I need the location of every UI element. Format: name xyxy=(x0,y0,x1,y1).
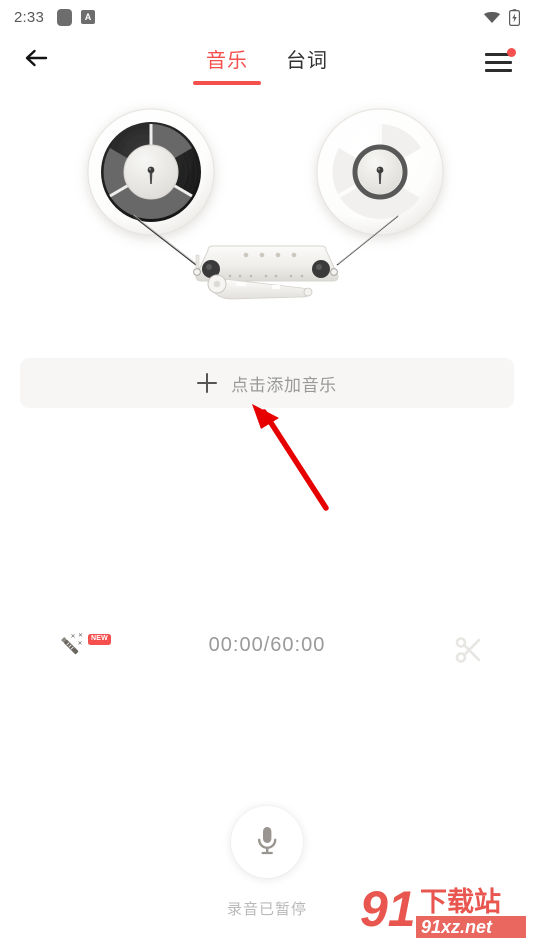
status-bar-notification-icons: A xyxy=(57,8,95,26)
menu-button[interactable] xyxy=(480,41,518,79)
status-bar: 2:33 A xyxy=(0,0,534,34)
notification-dot-icon xyxy=(507,48,516,57)
tape-deck-illustration xyxy=(0,88,534,313)
a-badge-icon: A xyxy=(81,10,95,24)
editing-toolbar: ✕ ✕ ✕ NEW 00:00/60:00 xyxy=(0,626,534,674)
hamburger-menu-icon xyxy=(485,53,512,77)
svg-text:91: 91 xyxy=(360,881,416,937)
annotation-arrow-icon xyxy=(230,398,340,528)
cut-button[interactable] xyxy=(452,633,486,667)
tape-head-assembly xyxy=(193,245,339,300)
app-bar: 音乐 台词 xyxy=(0,34,534,88)
tab-music[interactable]: 音乐 xyxy=(203,42,251,73)
watermark-title: 下载站 xyxy=(420,887,501,917)
tab-lyrics[interactable]: 台词 xyxy=(283,42,331,73)
scissors-icon xyxy=(452,637,486,671)
plus-icon xyxy=(197,373,218,393)
tab-bar: 音乐 台词 xyxy=(0,34,534,96)
watermark: 91 下载站 91xz.net xyxy=(358,880,530,942)
battery-charging-icon xyxy=(509,8,520,26)
status-bar-system-icons xyxy=(483,8,520,26)
record-mic-button[interactable] xyxy=(231,806,303,878)
add-music-label: 点击添加音乐 xyxy=(231,375,337,395)
app-square-icon xyxy=(57,8,72,26)
microphone-icon xyxy=(252,823,282,862)
status-bar-time: 2:33 xyxy=(14,8,44,26)
watermark-domain: 91xz.net xyxy=(421,917,493,937)
right-tape-reel xyxy=(316,108,444,236)
left-tape-reel xyxy=(87,108,215,236)
watermark-number: 91 xyxy=(360,881,416,937)
wifi-icon xyxy=(483,10,501,24)
add-music-button[interactable]: 点击添加音乐 xyxy=(20,358,514,408)
